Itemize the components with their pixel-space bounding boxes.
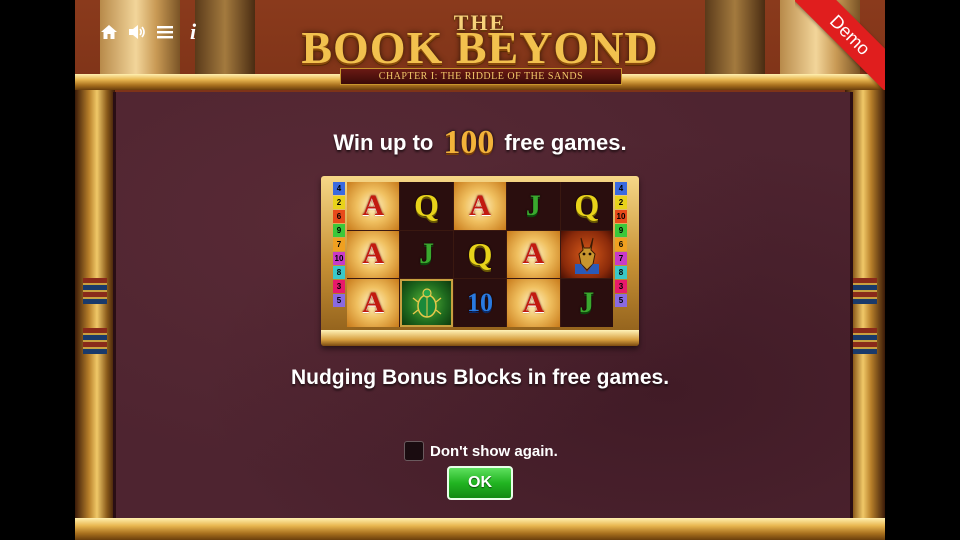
payline-number-right: 7 (615, 252, 627, 265)
payline-number-left: 5 (333, 294, 345, 307)
reel-preview-board: 4 2 6 9 7 10 8 3 5 A Q A J Q A J Q A A 10 A J 4 2 10 9 6 7 8 3 5 (321, 176, 639, 346)
reel-symbol-anubis (560, 230, 613, 279)
reel-symbol-a: A (347, 182, 400, 230)
headline-free-games-number: 100 (443, 124, 495, 161)
reel-symbol-q: Q (560, 182, 613, 230)
reel-symbol-a: A (507, 230, 560, 279)
demo-ribbon: Demo (795, 0, 885, 90)
home-icon[interactable] (98, 20, 120, 44)
column-band (83, 278, 107, 304)
reel-symbol-a: A (347, 279, 400, 327)
reel-symbol-q: Q (453, 230, 507, 279)
payline-number-right: 10 (615, 210, 627, 223)
payline-number-left: 2 (333, 196, 345, 209)
reel-symbol-glyph: A (362, 237, 385, 271)
payline-number-left: 10 (333, 252, 345, 265)
payline-number-left: 9 (333, 224, 345, 237)
info-icon[interactable]: i (182, 20, 204, 44)
reel-symbol-glyph: Q (467, 235, 493, 272)
logo-subtitle: CHAPTER I: THE RIDDLE OF THE SANDS (340, 68, 622, 85)
reel-grid: A Q A J Q A J Q A A 10 A J (347, 182, 613, 327)
payline-number-right: 6 (615, 238, 627, 251)
payline-number-left: 6 (333, 210, 345, 223)
feature-description: Nudging Bonus Blocks in free games. (290, 366, 670, 389)
reel-symbol-q: Q (400, 182, 453, 230)
payline-number-right: 9 (615, 224, 627, 237)
payline-number-right: 4 (615, 182, 627, 195)
reel-symbol-glyph: A (522, 286, 545, 320)
payline-number-left: 4 (333, 182, 345, 195)
column-band (83, 328, 107, 354)
dont-show-again-toggle[interactable]: Don't show again. (404, 440, 558, 462)
reel-symbol-j: J (400, 230, 453, 279)
board-base (321, 330, 639, 346)
headline-pre-text: Win up to (333, 130, 434, 155)
reel-symbol-glyph: A (362, 286, 385, 320)
payline-numbers-left: 4 2 6 9 7 10 8 3 5 (333, 182, 345, 307)
free-games-headline: Win up to 100 free games. (0, 124, 960, 162)
payline-number-right: 3 (615, 280, 627, 293)
demo-ribbon-label: Demo (795, 0, 885, 90)
payline-numbers-right: 4 2 10 9 6 7 8 3 5 (615, 182, 627, 307)
anubis-icon (574, 238, 599, 275)
payline-number-left: 8 (333, 266, 345, 279)
reel-symbol-glyph: A (362, 188, 385, 222)
speaker-icon[interactable] (126, 20, 148, 44)
reel-symbol-glyph: A (522, 237, 545, 271)
payline-number-right: 5 (615, 294, 627, 307)
column-band (853, 278, 877, 304)
payline-number-right: 2 (615, 196, 627, 209)
dont-show-again-label: Don't show again. (430, 442, 558, 460)
payline-number-left: 7 (333, 238, 345, 251)
bottom-golden-beam (75, 518, 885, 540)
reel-symbol-j: J (560, 279, 613, 327)
background-pillar (705, 0, 765, 80)
game-logo: THE BOOK BEYOND CHAPTER I: THE RIDDLE OF… (295, 8, 665, 85)
headline-post-text: free games. (504, 130, 627, 155)
background-pillar (195, 0, 255, 80)
ok-button[interactable]: OK (447, 466, 513, 500)
scarab-icon (412, 288, 442, 318)
menu-icon[interactable] (154, 20, 176, 44)
reel-symbol-a: A (347, 230, 400, 279)
column-band (853, 328, 877, 354)
reel-symbol-glyph: Q (414, 187, 440, 224)
reel-symbol-glyph: 10 (466, 288, 493, 318)
reel-symbol-a: A (507, 279, 560, 327)
dont-show-again-checkbox[interactable] (404, 441, 424, 461)
reel-symbol-glyph: J (579, 286, 595, 320)
reel-symbol-glyph: J (525, 188, 541, 222)
reel-symbol-glyph: J (419, 237, 435, 271)
reel-symbol-scarab (400, 279, 453, 327)
top-left-toolbar: i (98, 20, 204, 44)
reel-symbol-10: 10 (453, 279, 507, 327)
reel-symbol-glyph: Q (574, 187, 600, 224)
payline-number-right: 8 (615, 266, 627, 279)
reel-symbol-glyph: A (469, 188, 491, 222)
logo-title: BOOK BEYOND (301, 22, 659, 73)
payline-number-left: 3 (333, 280, 345, 293)
reel-symbol-a: A (453, 182, 507, 230)
reel-symbol-j: J (507, 182, 560, 230)
